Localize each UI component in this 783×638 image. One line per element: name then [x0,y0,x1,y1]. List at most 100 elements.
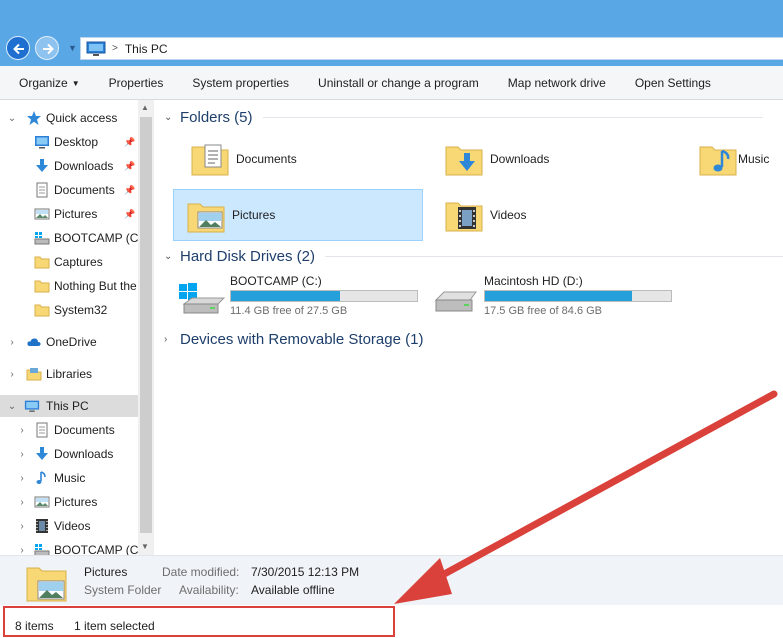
availability-value: Available offline [251,583,335,597]
videos-folder-icon [445,202,483,232]
scroll-down-arrow-icon[interactable]: ▼ [141,542,149,551]
sidebar-item-pc-bootcamp[interactable]: › BOOTCAMP (C: [0,539,142,556]
sidebar-label: Videos [54,519,91,533]
cloud-icon [27,338,41,346]
dropdown-caret-icon: ▼ [71,78,80,88]
sidebar-item-libraries[interactable]: › Libraries [0,363,138,385]
sidebar-item-this-pc[interactable]: ⌄ This PC [0,395,138,417]
map-network-drive-button[interactable]: Map network drive [508,76,606,90]
breadcrumb-this-pc[interactable]: This PC [125,42,168,56]
address-bar[interactable]: > This PC [80,37,783,60]
sidebar-item-bootcamp[interactable]: BOOTCAMP (C:) [0,227,146,249]
sidebar-label: Desktop [54,135,99,149]
drive-tile-bootcamp[interactable]: BOOTCAMP (C:) 11.4 GB free of 27.5 GB [172,274,422,320]
drives-group-header[interactable]: ⌄ Hard Disk Drives (2) [164,248,783,265]
drive-free-space: 17.5 GB free of 84.6 GB [484,305,603,317]
collapsed-chevron-icon[interactable]: › [164,334,178,345]
sidebar-label: BOOTCAMP (C: [54,543,142,555]
sidebar-item-documents[interactable]: Documents 📌 [0,179,138,201]
sidebar-item-pc-music[interactable]: › Music [0,467,138,489]
expanded-chevron-icon[interactable]: ⌄ [164,112,178,123]
sidebar-item-desktop[interactable]: Desktop 📌 [0,131,138,153]
group-title: Folders (5) [180,109,253,126]
sidebar-label: Downloads [54,447,114,461]
group-divider [262,117,763,118]
sidebar-item-pc-pictures[interactable]: › Pictures [0,491,138,513]
availability-label: Availability: [179,583,239,597]
folder-tile-videos[interactable]: Videos [432,189,682,241]
collapsed-chevron-icon[interactable]: › [17,521,27,532]
sidebar-item-pictures[interactable]: Pictures 📌 [0,203,138,225]
folder-label: Pictures [232,208,276,222]
sidebar-label: Documents [54,423,115,437]
folder-tile-music[interactable]: Music [686,133,783,185]
date-modified-value: 7/30/2015 12:13 PM [251,565,360,579]
sidebar-item-pc-downloads[interactable]: › Downloads [0,443,138,465]
pictures-icon [34,496,50,508]
system-properties-button[interactable]: System properties [192,76,289,90]
sidebar-item-system32[interactable]: System32 [0,299,138,321]
documents-folder-icon [191,144,229,176]
sidebar-label: Libraries [46,367,93,381]
drive-free-space: 11.4 GB free of 27.5 GB [230,305,348,317]
collapsed-chevron-icon[interactable]: › [17,425,27,436]
sidebar-label: Captures [54,255,103,269]
collapsed-chevron-icon[interactable]: › [17,497,27,508]
command-bar: Organize ▼ Properties System properties U… [0,66,783,100]
pin-icon[interactable]: 📌 [124,137,135,148]
collapsed-chevron-icon[interactable]: › [17,545,27,556]
removable-group-header[interactable]: › Devices with Removable Storage (1) [164,331,423,348]
scroll-up-arrow-icon[interactable]: ▲ [141,103,149,112]
pin-icon[interactable]: 📌 [124,161,135,172]
collapsed-chevron-icon[interactable]: › [7,337,17,348]
annotation-highlight-box [3,606,395,637]
sidebar-label: System32 [54,303,108,317]
sidebar-item-pc-documents[interactable]: › Documents [0,419,138,441]
windows-drive-icon [179,283,226,314]
sidebar-item-captures[interactable]: Captures [0,251,138,273]
sidebar-item-pc-videos[interactable]: › Videos [0,515,138,537]
uninstall-program-button[interactable]: Uninstall or change a program [318,76,479,90]
back-button[interactable] [6,36,30,60]
drive-usage-fill [485,291,633,301]
pictures-icon [34,208,50,220]
group-title: Devices with Removable Storage (1) [180,331,424,348]
collapsed-chevron-icon[interactable]: › [17,473,27,484]
sidebar-item-quick-access[interactable]: ⌄ Quick access [0,107,138,129]
collapsed-chevron-icon[interactable]: › [17,449,27,460]
folder-tile-downloads[interactable]: Downloads [432,133,682,185]
recent-locations-chevron-icon[interactable]: ▼ [68,43,77,53]
expanded-chevron-icon[interactable]: ⌄ [7,401,17,412]
sidebar-label: Pictures [54,495,98,509]
navigation-scrollbar[interactable]: ▲ ▼ [138,100,154,555]
forward-button[interactable] [35,36,59,60]
sidebar-label: Music [54,471,86,485]
sidebar-item-nothing-but-the[interactable]: Nothing But the [0,275,138,297]
folder-tile-pictures[interactable]: Pictures [173,189,423,241]
sidebar-item-downloads[interactable]: Downloads 📌 [0,155,138,177]
drive-usage-bar [230,290,418,302]
this-pc-icon [86,41,106,56]
pin-icon[interactable]: 📌 [124,209,135,220]
expanded-chevron-icon[interactable]: ⌄ [7,113,17,124]
folders-group-header[interactable]: ⌄ Folders (5) [164,109,763,126]
collapsed-chevron-icon[interactable]: › [7,369,17,380]
folder-label: Music [738,152,770,166]
pictures-folder-icon [26,567,67,602]
pin-icon[interactable]: 📌 [124,185,135,196]
forward-arrow-icon [43,43,54,55]
sidebar-item-onedrive[interactable]: › OneDrive [0,331,138,353]
film-icon [36,519,48,533]
drive-tile-macintosh-hd[interactable]: Macintosh HD (D:) 17.5 GB free of 84.6 G… [426,274,676,320]
open-settings-button[interactable]: Open Settings [635,76,711,90]
properties-button[interactable]: Properties [109,76,164,90]
navigation-pane: ⌄ Quick access Desktop 📌 Downloads 📌 Doc… [0,100,154,555]
folder-tile-documents[interactable]: Documents [178,133,428,185]
download-arrow-icon [36,159,48,172]
download-arrow-icon [36,447,48,460]
expanded-chevron-icon[interactable]: ⌄ [164,251,178,262]
folder-icon [34,304,50,317]
organize-button[interactable]: Organize ▼ [19,76,80,90]
folder-label: Videos [490,208,527,222]
scrollbar-thumb[interactable] [140,117,152,533]
